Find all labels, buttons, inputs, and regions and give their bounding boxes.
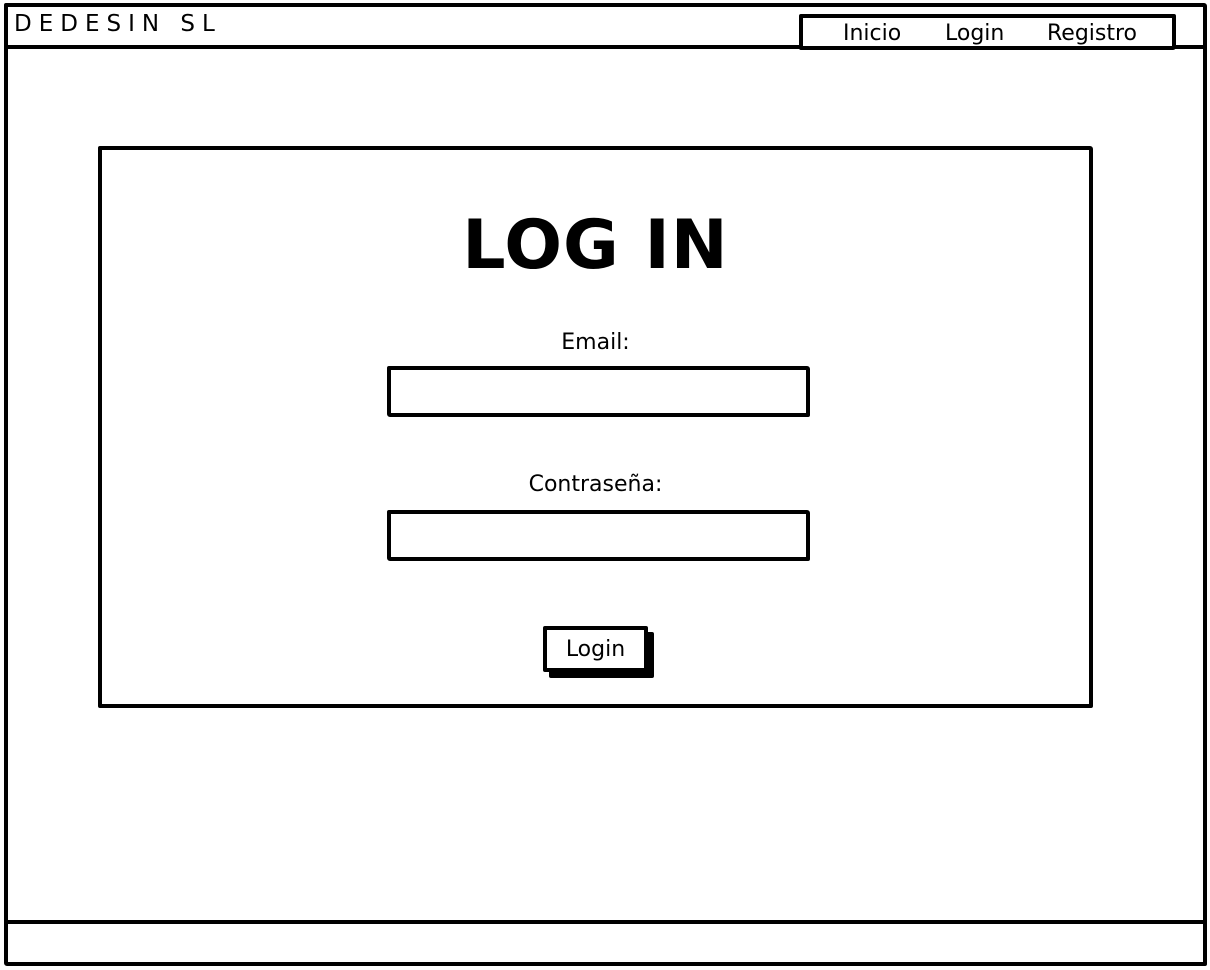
- brand-logo-text: DEDESIN SL: [14, 11, 222, 37]
- password-field[interactable]: [387, 510, 810, 561]
- login-button[interactable]: Login: [543, 626, 648, 672]
- login-button-wrapper: Login: [543, 626, 654, 678]
- nav-item-registro[interactable]: Registro: [1047, 21, 1137, 46]
- nav-item-inicio[interactable]: Inicio: [843, 21, 901, 46]
- top-nav: Inicio Login Registro: [799, 14, 1176, 50]
- nav-item-login[interactable]: Login: [945, 21, 1004, 46]
- footer-divider: [4, 920, 1207, 924]
- page-title: LOG IN: [462, 206, 729, 285]
- password-label: Contraseña:: [528, 472, 663, 497]
- email-field[interactable]: [387, 366, 810, 417]
- email-label: Email:: [561, 330, 630, 355]
- login-card: LOG IN Email: Contraseña: Login: [98, 146, 1093, 708]
